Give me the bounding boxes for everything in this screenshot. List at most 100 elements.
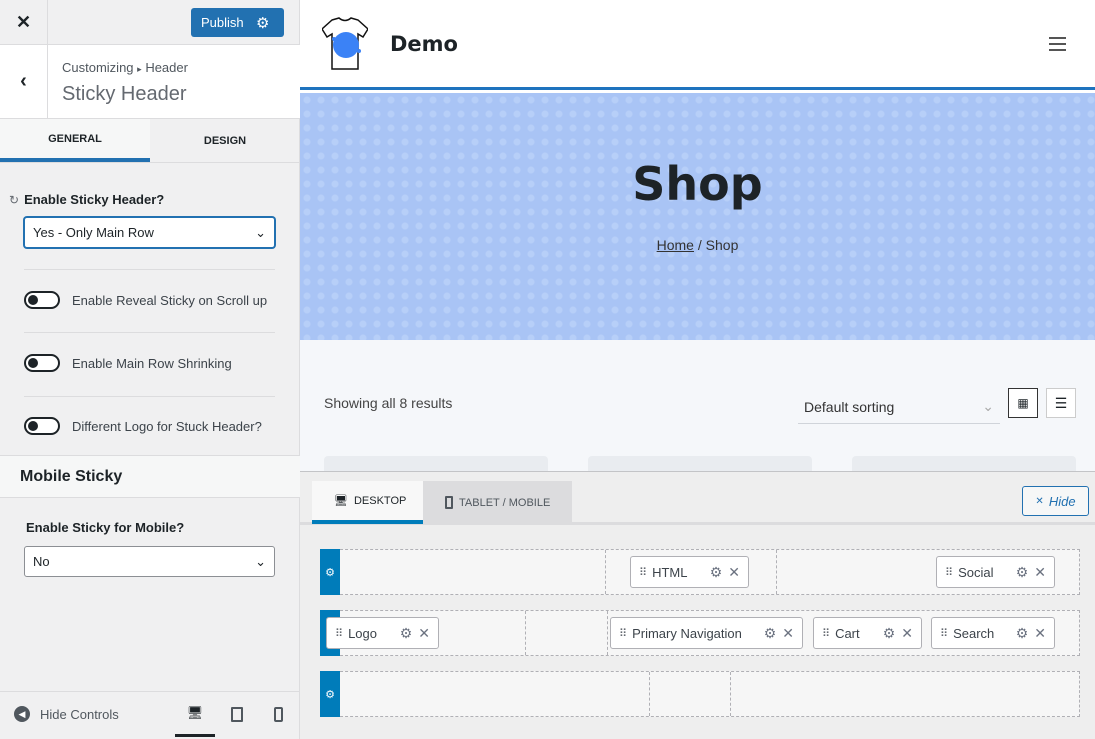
close-icon[interactable]: ✕ — [1034, 564, 1046, 581]
tab-desktop[interactable]: 🖥 DESKTOP — [312, 481, 429, 524]
row-column[interactable] — [525, 611, 607, 655]
different-logo-toggle[interactable] — [24, 417, 60, 435]
site-header: Demo — [300, 0, 1095, 90]
builder-item-social[interactable]: ⠿ Social ⚙ ✕ — [936, 556, 1055, 588]
close-icon[interactable]: ✕ — [901, 625, 913, 642]
item-label: Cart — [835, 625, 860, 641]
reset-icon[interactable]: ↻ — [9, 193, 19, 207]
hamburger-menu-icon[interactable] — [1049, 37, 1066, 51]
product-card[interactable] — [852, 456, 1076, 471]
sorting-value: Default sorting — [804, 398, 895, 415]
breadcrumb-home-link[interactable]: Home — [657, 237, 694, 253]
back-button[interactable]: ‹ — [0, 45, 48, 118]
desktop-icon: 🖥 — [186, 705, 204, 720]
breadcrumb: Home / Shop — [300, 237, 1095, 253]
drag-handle-icon[interactable]: ⠿ — [335, 627, 343, 640]
tab-tablet-mobile[interactable]: TABLET / MOBILE — [423, 481, 573, 524]
mobile-icon — [273, 707, 283, 722]
tablet-preview-button[interactable] — [217, 692, 257, 737]
sorting-select[interactable]: Default sorting ⌄ — [798, 390, 1000, 424]
toggle-label: Enable Reveal Sticky on Scroll up — [72, 292, 268, 308]
breadcrumb-separator: ▸ — [137, 64, 142, 74]
chevron-down-icon: ⌄ — [255, 553, 266, 569]
grid-view-button[interactable]: ▦ — [1008, 388, 1038, 418]
gear-icon[interactable]: ⚙ — [1016, 625, 1029, 642]
page-title: Shop — [632, 157, 763, 211]
chevron-down-icon: ⌄ — [255, 224, 266, 240]
hide-controls-button[interactable]: ◀ Hide Controls — [14, 706, 119, 722]
sidebar-footer: ◀ Hide Controls 🖥 — [0, 691, 300, 739]
settings-tabs: GENERAL DESIGN — [0, 119, 300, 163]
item-label: Search — [953, 625, 995, 641]
header-builder: 🖥 DESKTOP TABLET / MOBILE ✕ Hide ⚙ ⠿ HTML ⚙ ✕… — [300, 471, 1095, 739]
drag-handle-icon[interactable]: ⠿ — [619, 627, 627, 640]
item-label: Social — [958, 564, 994, 580]
mobile-sticky-select[interactable]: No ⌄ — [24, 546, 275, 577]
gear-icon[interactable]: ⚙ — [710, 564, 723, 581]
sticky-header-select[interactable]: Yes - Only Main Row ⌄ — [24, 217, 275, 248]
row-column[interactable] — [730, 672, 1060, 716]
drag-handle-icon[interactable]: ⠿ — [945, 566, 953, 579]
top-bar: ✕ Publish ⚙ — [0, 0, 300, 45]
product-card[interactable] — [588, 456, 812, 471]
mobile-preview-button[interactable] — [258, 692, 298, 737]
hide-controls-label: Hide Controls — [40, 706, 119, 722]
drag-handle-icon[interactable]: ⠿ — [940, 627, 948, 640]
row-settings-button[interactable]: ⚙ — [320, 549, 340, 595]
list-icon: ☰ — [1054, 394, 1068, 411]
builder-item-html[interactable]: ⠿ HTML ⚙ ✕ — [630, 556, 749, 588]
close-icon[interactable]: ✕ — [418, 625, 430, 642]
publish-button[interactable]: Publish ⚙ — [191, 8, 284, 37]
breadcrumb-parent: Customizing — [62, 60, 134, 75]
tab-design[interactable]: DESIGN — [150, 119, 300, 162]
item-label: Primary Navigation — [632, 625, 742, 641]
row-shrinking-toggle[interactable] — [24, 354, 60, 372]
site-title[interactable]: Demo — [390, 32, 458, 56]
row-settings-button[interactable]: ⚙ — [320, 671, 340, 717]
row-column[interactable] — [649, 672, 730, 716]
breadcrumb-current: / Shop — [693, 237, 739, 253]
close-icon[interactable]: ✕ — [1034, 625, 1046, 642]
builder-row-bottom[interactable]: ⚙ — [320, 671, 1080, 717]
sticky-header-label: Enable Sticky Header? — [24, 192, 165, 207]
list-view-button[interactable]: ☰ — [1046, 388, 1076, 418]
gear-icon[interactable]: ⚙ — [1016, 564, 1029, 581]
builder-item-logo[interactable]: ⠿ Logo ⚙ ✕ — [326, 617, 439, 649]
gear-icon[interactable]: ⚙ — [764, 625, 777, 642]
close-icon: ✕ — [1035, 495, 1044, 507]
hide-builder-button[interactable]: ✕ Hide — [1022, 486, 1089, 516]
gear-icon[interactable]: ⚙ — [256, 14, 269, 32]
divider — [24, 332, 275, 333]
reveal-sticky-toggle[interactable] — [24, 291, 60, 309]
item-label: HTML — [652, 564, 688, 580]
gear-icon[interactable]: ⚙ — [883, 625, 896, 642]
page-hero: Shop Home / Shop — [300, 93, 1095, 340]
builder-row-top[interactable]: ⚙ ⠿ HTML ⚙ ✕ ⠿ Social ⚙ ✕ — [320, 549, 1080, 595]
section-title: Sticky Header — [62, 83, 187, 105]
close-button[interactable]: ✕ — [0, 0, 48, 45]
divider — [24, 269, 275, 270]
tab-general[interactable]: GENERAL — [0, 119, 150, 162]
close-icon[interactable]: ✕ — [728, 564, 740, 581]
drag-handle-icon[interactable]: ⠿ — [639, 566, 647, 579]
gear-icon[interactable]: ⚙ — [400, 625, 413, 642]
builder-item-primary-navigation[interactable]: ⠿ Primary Navigation ⚙ ✕ — [610, 617, 803, 649]
drag-handle-icon[interactable]: ⠿ — [822, 627, 830, 640]
toggle-label: Different Logo for Stuck Header? — [72, 418, 262, 434]
gear-icon: ⚙ — [325, 688, 335, 701]
close-icon[interactable]: ✕ — [782, 625, 794, 642]
builder-item-cart[interactable]: ⠿ Cart ⚙ ✕ — [813, 617, 922, 649]
desktop-preview-button[interactable]: 🖥 — [175, 692, 215, 737]
grid-icon: ▦ — [1017, 396, 1029, 410]
gear-icon: ⚙ — [325, 566, 335, 579]
section-header: ‹ Customizing ▸ Header Sticky Header — [0, 45, 300, 119]
tab-label: TABLET / MOBILE — [459, 496, 551, 509]
builder-item-search[interactable]: ⠿ Search ⚙ ✕ — [931, 617, 1055, 649]
site-logo[interactable] — [322, 17, 368, 71]
product-card[interactable] — [324, 456, 548, 471]
arrow-left-circle-icon: ◀ — [14, 706, 30, 722]
shop-area: Showing all 8 results Default sorting ⌄ ▦… — [300, 340, 1095, 471]
toggle-label: Enable Main Row Shrinking — [72, 355, 232, 371]
builder-row-main[interactable]: ⚙ ⠿Logo⚙✕ ⠿Primary Navigation⚙✕ ⠿Cart⚙✕ … — [320, 610, 1080, 656]
hide-label: Hide — [1048, 493, 1076, 509]
